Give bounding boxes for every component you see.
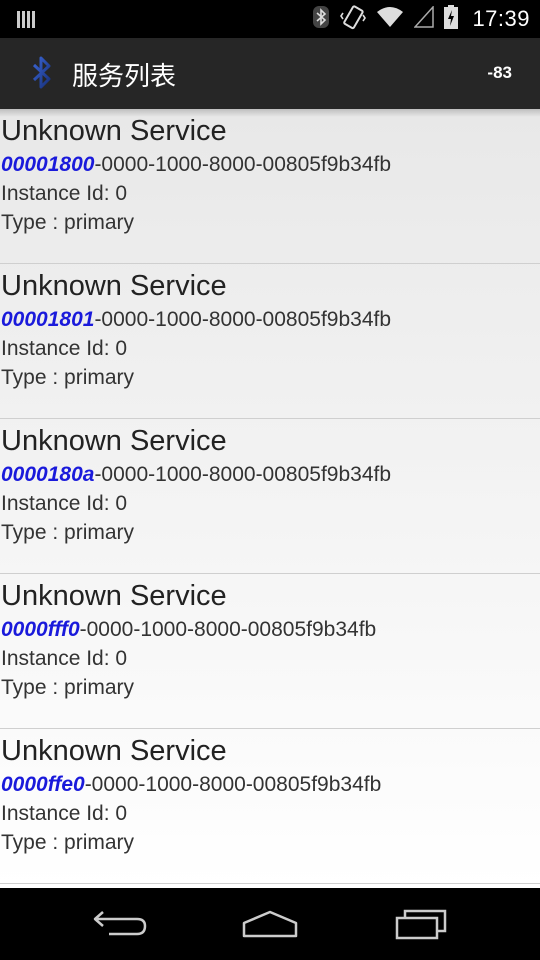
wifi-icon bbox=[376, 6, 404, 33]
uuid-short: 0000ffe0 bbox=[1, 773, 85, 796]
uuid-short: 0000fff0 bbox=[1, 618, 80, 641]
uuid-rest: -0000-1000-8000-00805f9b34fb bbox=[84, 773, 382, 796]
service-type: Type : primary bbox=[1, 521, 135, 544]
uuid-rest: -0000-1000-8000-00805f9b34fb bbox=[94, 463, 392, 486]
list-item[interactable]: Unknown Service 00001800-0000-1000-8000-… bbox=[0, 109, 540, 264]
recents-icon[interactable] bbox=[385, 904, 455, 944]
service-name: Unknown Service bbox=[1, 115, 227, 147]
service-name: Unknown Service bbox=[1, 735, 227, 767]
bluetooth-status-icon bbox=[312, 5, 330, 34]
action-bar-shadow bbox=[0, 109, 540, 117]
rssi-value: -83 bbox=[487, 63, 512, 82]
list-item[interactable]: Unknown Service 0000ffe0-0000-1000-8000-… bbox=[0, 729, 540, 884]
service-type: Type : primary bbox=[1, 831, 135, 854]
service-uuid: 0000fff0-0000-1000-8000-00805f9b34fb bbox=[1, 618, 376, 642]
uuid-rest: -0000-1000-8000-00805f9b34fb bbox=[79, 618, 377, 641]
service-type: Type : primary bbox=[1, 211, 135, 234]
uuid-short: 00001800 bbox=[1, 153, 95, 176]
battery-icon bbox=[444, 4, 459, 34]
action-bar: 服务列表 -83 bbox=[0, 38, 540, 110]
uuid-short: 00001801 bbox=[1, 308, 95, 331]
uuid-short: 0000180a bbox=[1, 463, 95, 486]
cell-signal-icon bbox=[413, 4, 435, 33]
navigation-bar bbox=[0, 888, 540, 960]
instance-id: Instance Id: 0 bbox=[1, 647, 128, 670]
list-item[interactable]: Unknown Service 0000180a-0000-1000-8000-… bbox=[0, 419, 540, 574]
instance-id: Instance Id: 0 bbox=[1, 337, 128, 360]
list-item[interactable]: Unknown Service 00001801-0000-1000-8000-… bbox=[0, 264, 540, 419]
service-list: Unknown Service 00001800-0000-1000-8000-… bbox=[0, 109, 540, 888]
instance-id: Instance Id: 0 bbox=[1, 492, 128, 515]
service-uuid: 00001800-0000-1000-8000-00805f9b34fb bbox=[1, 153, 391, 177]
service-name: Unknown Service bbox=[1, 580, 227, 612]
vibrate-icon bbox=[340, 4, 367, 35]
service-uuid: 00001801-0000-1000-8000-00805f9b34fb bbox=[1, 308, 391, 332]
list-item[interactable]: Unknown Service 0000fff0-0000-1000-8000-… bbox=[0, 574, 540, 729]
uuid-rest: -0000-1000-8000-00805f9b34fb bbox=[94, 308, 392, 331]
instance-id: Instance Id: 0 bbox=[1, 802, 128, 825]
service-uuid: 0000ffe0-0000-1000-8000-00805f9b34fb bbox=[1, 773, 381, 797]
instance-id: Instance Id: 0 bbox=[1, 182, 128, 205]
page-title: 服务列表 bbox=[72, 62, 177, 92]
service-type: Type : primary bbox=[1, 676, 135, 699]
service-uuid: 0000180a-0000-1000-8000-00805f9b34fb bbox=[1, 463, 391, 487]
back-icon[interactable] bbox=[85, 904, 155, 944]
status-bar: 17:39 bbox=[0, 0, 540, 38]
service-name: Unknown Service bbox=[1, 425, 227, 457]
clock: 17:39 bbox=[472, 6, 530, 31]
service-name: Unknown Service bbox=[1, 270, 227, 302]
service-type: Type : primary bbox=[1, 366, 135, 389]
uuid-rest: -0000-1000-8000-00805f9b34fb bbox=[94, 153, 392, 176]
signal-bars-icon bbox=[16, 9, 38, 34]
home-icon[interactable] bbox=[235, 904, 305, 944]
bluetooth-icon[interactable] bbox=[28, 54, 56, 97]
